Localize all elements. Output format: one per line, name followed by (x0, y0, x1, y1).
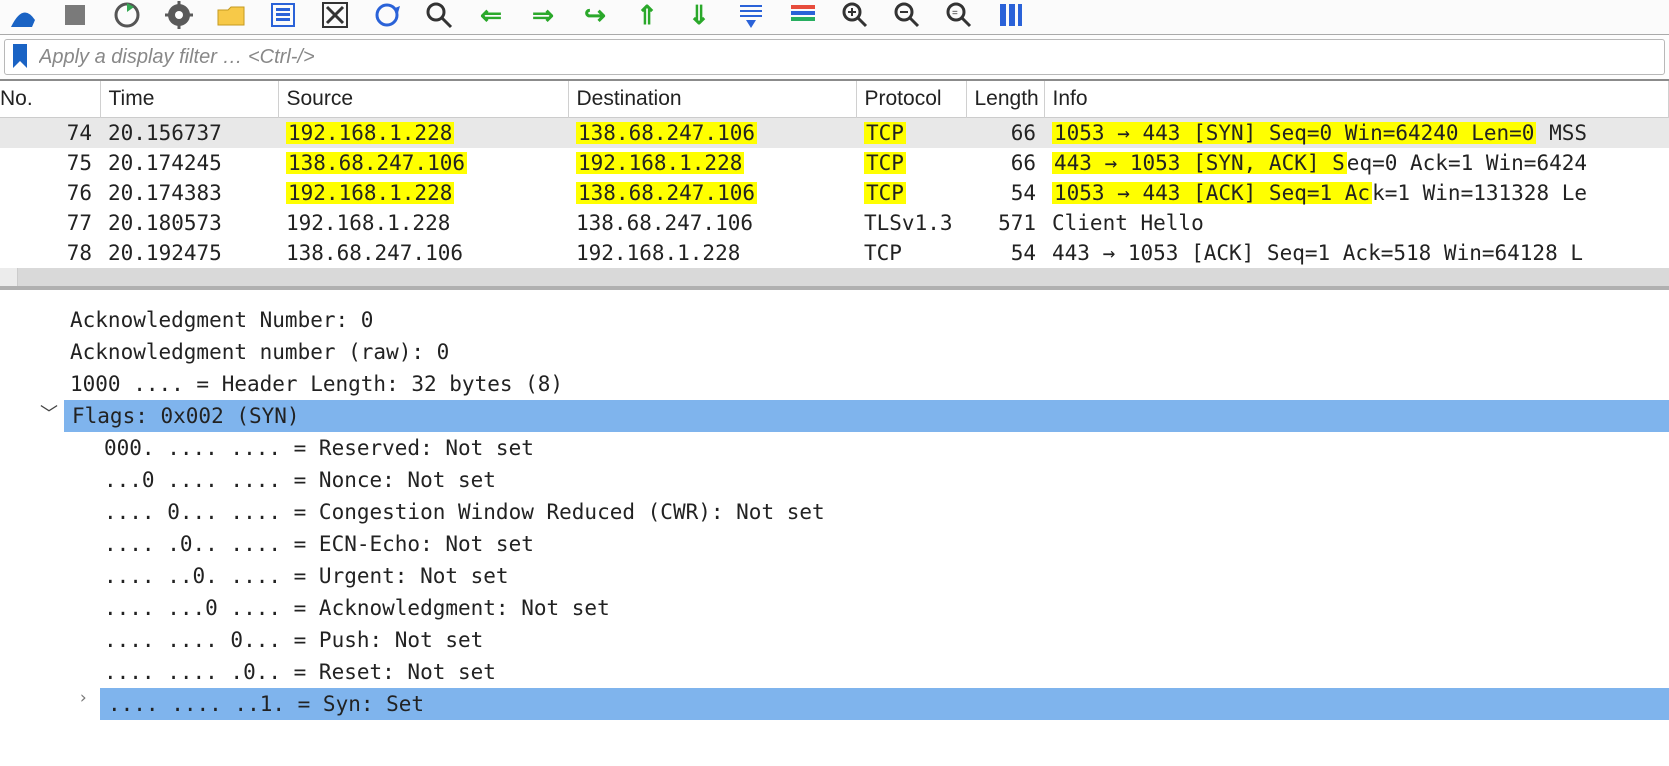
detail-flag-ecn[interactable]: .... .0.. .... = ECN-Echo: Not set (0, 528, 1669, 560)
cell-destination: 192.168.1.228 (568, 238, 856, 268)
packet-row[interactable]: 74 20.156737 192.168.1.228 138.68.247.10… (0, 118, 1669, 149)
open-icon[interactable] (216, 0, 246, 30)
cell-length: 54 (966, 238, 1044, 268)
cell-no: 75 (0, 148, 100, 178)
detail-flag-cwr[interactable]: .... 0... .... = Congestion Window Reduc… (0, 496, 1669, 528)
colorize-icon[interactable] (788, 0, 818, 30)
cell-protocol: TLSv1.3 (856, 208, 966, 238)
zoom-reset-icon[interactable]: = (944, 0, 974, 30)
detail-flag-ack[interactable]: .... ...0 .... = Acknowledgment: Not set (0, 592, 1669, 624)
col-header-protocol[interactable]: Protocol (856, 81, 966, 118)
cell-destination: 138.68.247.106 (568, 178, 856, 208)
display-filter-input[interactable] (37, 42, 1664, 72)
detail-flag-urgent[interactable]: .... ..0. .... = Urgent: Not set (0, 560, 1669, 592)
cell-time: 20.156737 (100, 118, 278, 149)
cell-protocol: TCP (856, 118, 966, 149)
packet-row[interactable]: 77 20.180573 192.168.1.228 138.68.247.10… (0, 208, 1669, 238)
detail-flag-reserved[interactable]: 000. .... .... = Reserved: Not set (0, 432, 1669, 464)
cell-protocol: TCP (856, 238, 966, 268)
jump-to-icon[interactable]: ↪ (580, 0, 610, 30)
cell-time: 20.192475 (100, 238, 278, 268)
detail-flag-reset[interactable]: .... .... .0.. = Reset: Not set (0, 656, 1669, 688)
col-header-info[interactable]: Info (1044, 81, 1669, 118)
cell-length: 66 (966, 148, 1044, 178)
detail-ack-number[interactable]: Acknowledgment Number: 0 (0, 304, 1669, 336)
cell-destination: 138.68.247.106 (568, 118, 856, 149)
cell-no: 76 (0, 178, 100, 208)
cell-info: Client Hello (1044, 208, 1669, 238)
cell-length: 66 (966, 118, 1044, 149)
resize-columns-icon[interactable] (996, 0, 1026, 30)
packet-list-header-row[interactable]: No. Time Source Destination Protocol Len… (0, 81, 1669, 118)
cell-info: 1053 → 443 [SYN] Seq=0 Win=64240 Len=0 M… (1044, 118, 1669, 149)
packet-list-pane: No. Time Source Destination Protocol Len… (0, 81, 1669, 290)
col-header-destination[interactable]: Destination (568, 81, 856, 118)
restart-icon[interactable] (112, 0, 142, 30)
options-icon[interactable] (164, 0, 194, 30)
col-header-source[interactable]: Source (278, 81, 568, 118)
cell-source: 192.168.1.228 (278, 178, 568, 208)
col-header-length[interactable]: Length (966, 81, 1044, 118)
cell-time: 20.174383 (100, 178, 278, 208)
go-forward-icon[interactable]: ⇒ (528, 0, 558, 30)
cell-protocol: TCP (856, 148, 966, 178)
packet-details-pane[interactable]: Acknowledgment Number: 0 Acknowledgment … (0, 290, 1669, 720)
detail-ack-raw[interactable]: Acknowledgment number (raw): 0 (0, 336, 1669, 368)
shark-fin-icon[interactable] (8, 0, 38, 30)
cell-source: 192.168.1.228 (278, 208, 568, 238)
detail-flag-nonce[interactable]: ...0 .... .... = Nonce: Not set (0, 464, 1669, 496)
cell-destination: 138.68.247.106 (568, 208, 856, 238)
cell-length: 571 (966, 208, 1044, 238)
zoom-in-icon[interactable] (840, 0, 870, 30)
cell-info: 443 → 1053 [ACK] Seq=1 Ack=518 Win=64128… (1044, 238, 1669, 268)
zoom-out-icon[interactable] (892, 0, 922, 30)
filter-bookmark-icon[interactable] (9, 41, 31, 73)
cell-info: 1053 → 443 [ACK] Seq=1 Ack=1 Win=131328 … (1044, 178, 1669, 208)
cell-no: 77 (0, 208, 100, 238)
cell-time: 20.174245 (100, 148, 278, 178)
close-icon[interactable] (320, 0, 350, 30)
packet-row[interactable]: 75 20.174245 138.68.247.106 192.168.1.22… (0, 148, 1669, 178)
auto-scroll-icon[interactable] (736, 0, 766, 30)
col-header-no[interactable]: No. (0, 81, 100, 118)
cell-length: 54 (966, 178, 1044, 208)
scrollbar-left-button[interactable] (0, 268, 18, 286)
reload-icon[interactable] (372, 0, 402, 30)
cell-info: 443 → 1053 [SYN, ACK] Seq=0 Ack=1 Win=64… (1044, 148, 1669, 178)
cell-no: 74 (0, 118, 100, 149)
syn-expand-caret[interactable]: › (78, 688, 88, 708)
go-back-icon[interactable]: ⇐ (476, 0, 506, 30)
find-icon[interactable] (424, 0, 454, 30)
packet-list-scrollbar[interactable] (0, 268, 1669, 286)
stop-icon[interactable] (60, 0, 90, 30)
cell-no: 78 (0, 238, 100, 268)
main-toolbar: ⇐ ⇒ ↪ ⇑ ⇓ = (0, 0, 1669, 34)
detail-header-length[interactable]: 1000 .... = Header Length: 32 bytes (8) (0, 368, 1669, 400)
detail-flag-syn[interactable]: .... .... ..1. = Syn: Set (100, 688, 1669, 720)
flags-expand-caret[interactable]: ﹀ (40, 400, 58, 426)
go-last-icon[interactable]: ⇓ (684, 0, 714, 30)
cell-source: 138.68.247.106 (278, 148, 568, 178)
display-filter-bar (0, 34, 1669, 81)
svg-text:=: = (952, 8, 958, 19)
detail-flags-header[interactable]: Flags: 0x002 (SYN) (64, 400, 1669, 432)
packet-row[interactable]: 78 20.192475 138.68.247.106 192.168.1.22… (0, 238, 1669, 268)
cell-protocol: TCP (856, 178, 966, 208)
cell-source: 192.168.1.228 (278, 118, 568, 149)
packet-row[interactable]: 76 20.174383 192.168.1.228 138.68.247.10… (0, 178, 1669, 208)
cell-destination: 192.168.1.228 (568, 148, 856, 178)
packet-list-table[interactable]: No. Time Source Destination Protocol Len… (0, 81, 1669, 268)
cell-source: 138.68.247.106 (278, 238, 568, 268)
detail-flag-push[interactable]: .... .... 0... = Push: Not set (0, 624, 1669, 656)
save-icon[interactable] (268, 0, 298, 30)
cell-time: 20.180573 (100, 208, 278, 238)
col-header-time[interactable]: Time (100, 81, 278, 118)
go-first-icon[interactable]: ⇑ (632, 0, 662, 30)
